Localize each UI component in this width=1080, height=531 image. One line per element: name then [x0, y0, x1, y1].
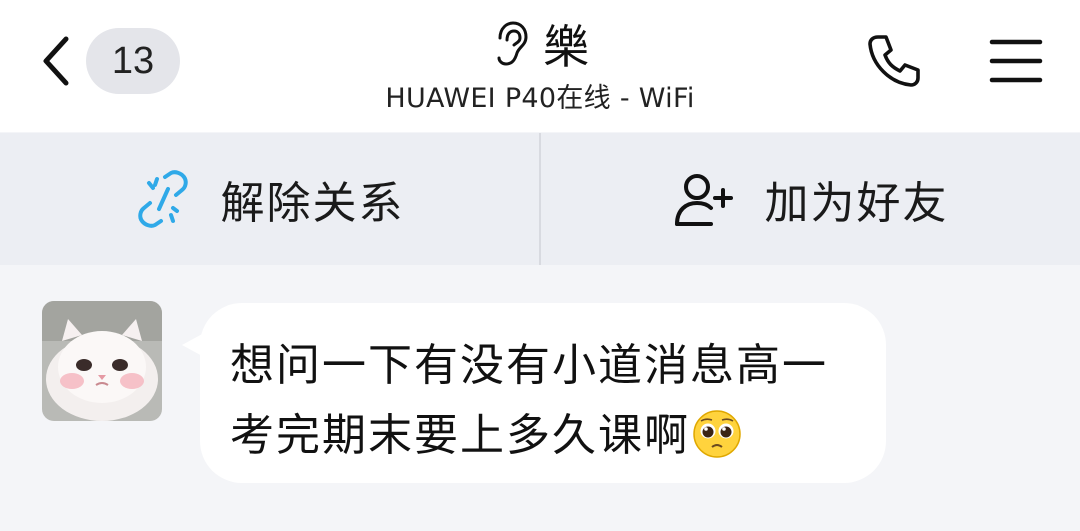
back-button[interactable]: 13: [36, 28, 186, 94]
call-button[interactable]: [856, 26, 932, 96]
chevron-left-icon: [43, 36, 69, 86]
pleading-face-emoji: [693, 410, 741, 458]
relationship-action-bar: 解除关系 加为好友: [0, 133, 1080, 265]
menu-button[interactable]: [980, 26, 1052, 96]
chat-title: 樂 HUAWEI P40在线 - WiFi: [300, 12, 780, 122]
hamburger-menu-icon: [989, 39, 1043, 83]
add-friend-button[interactable]: 加为好友: [541, 133, 1080, 265]
add-user-icon: [674, 174, 733, 226]
unlink-button[interactable]: 解除关系: [0, 133, 539, 265]
broken-link-icon: [137, 170, 188, 228]
unread-count-badge: 13: [86, 28, 180, 94]
ear-icon: [497, 21, 528, 66]
message-list: 想问一下有没有小道消息高一考完期末要上多久课啊: [0, 265, 1080, 531]
add-friend-label: 加为好友: [764, 178, 949, 229]
chat-screen: 13 樂 HUAWEI P40在线 - WiFi 解除关系 加为好友 想问一下有…: [0, 0, 1080, 531]
message-bubble[interactable]: 想问一下有没有小道消息高一考完期末要上多久课啊: [200, 303, 886, 483]
chat-header: 13 樂 HUAWEI P40在线 - WiFi: [0, 0, 1080, 132]
contact-name: 樂: [543, 20, 589, 74]
unlink-label: 解除关系: [220, 178, 405, 229]
contact-avatar[interactable]: [42, 301, 162, 421]
device-status: HUAWEI P40在线 - WiFi: [385, 83, 695, 114]
cat-avatar-image: [42, 301, 162, 421]
message-text-wrap: 想问一下有没有小道消息高一考完期末要上多久课啊: [230, 331, 870, 471]
phone-icon: [868, 35, 920, 87]
